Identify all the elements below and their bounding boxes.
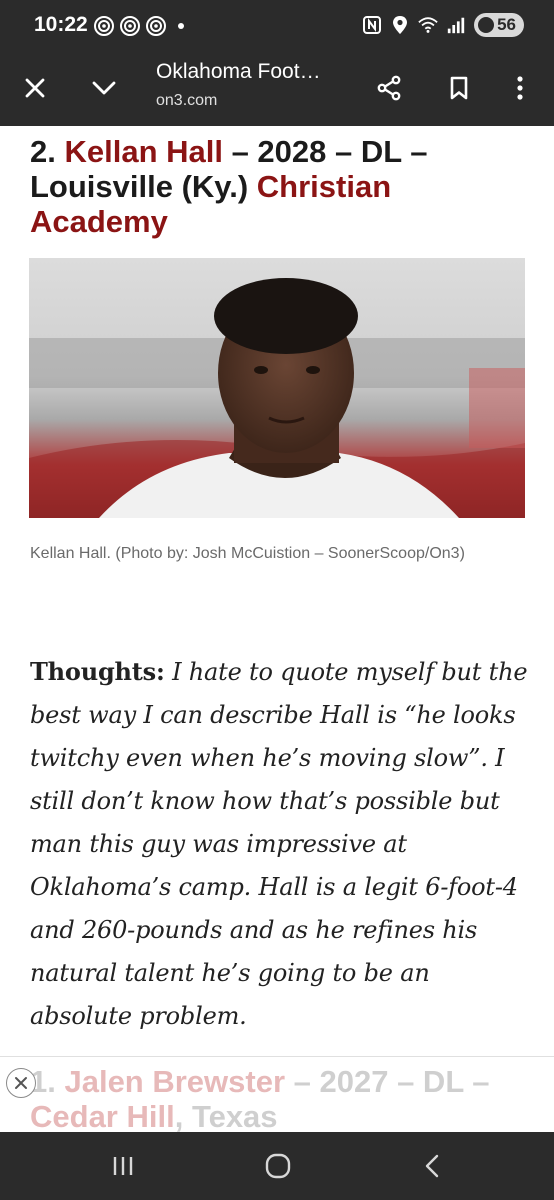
share-button[interactable] xyxy=(367,66,411,110)
signal-icon xyxy=(447,17,465,34)
power-saving-icon xyxy=(478,17,495,33)
player-photo-image xyxy=(29,258,525,518)
next-school-link[interactable]: Cedar Hill xyxy=(30,1099,175,1132)
next-headline-meta: – 2027 – DL – xyxy=(285,1064,490,1099)
share-icon xyxy=(377,75,401,101)
home-icon xyxy=(265,1153,291,1179)
headline-rank: 2. xyxy=(30,134,65,169)
nfc-icon xyxy=(363,16,382,34)
more-vert-icon xyxy=(517,76,523,100)
article-content: 2. Kellan Hall – 2028 – DL – Louisville … xyxy=(0,126,554,1132)
bookmark-button[interactable] xyxy=(437,66,481,110)
close-ad-button[interactable] xyxy=(6,1068,36,1098)
status-bar: 10:22 56 xyxy=(0,0,554,52)
home-button[interactable] xyxy=(258,1150,298,1182)
battery-level: 56 xyxy=(497,15,516,34)
system-nav-bar xyxy=(0,1132,554,1200)
browser-toolbar: Oklahoma Foot… on3.com xyxy=(0,52,554,126)
ad-divider xyxy=(0,1056,554,1057)
status-time: 10:22 xyxy=(34,13,88,36)
location-icon xyxy=(393,16,408,34)
notification-icon xyxy=(120,16,140,36)
player-name-link[interactable]: Kellan Hall xyxy=(64,134,223,169)
next-headline-tail: , Texas xyxy=(174,1099,278,1132)
page-url: on3.com xyxy=(156,92,218,109)
thoughts-paragraph: Thoughts: I hate to quote myself but the… xyxy=(30,650,530,1038)
recents-icon xyxy=(113,1157,133,1175)
status-icons: 56 xyxy=(362,13,524,37)
page-title: Oklahoma Foot… xyxy=(156,60,321,83)
next-player-name-link[interactable]: Jalen Brewster xyxy=(64,1064,285,1099)
thoughts-text: I hate to quote myself but the best way … xyxy=(30,658,528,1030)
back-button[interactable] xyxy=(413,1150,453,1182)
bookmark-icon xyxy=(450,76,468,100)
more-options-button[interactable] xyxy=(498,66,542,110)
battery-indicator: 56 xyxy=(474,13,524,37)
notification-icon xyxy=(146,16,166,36)
thoughts-label: Thoughts: xyxy=(30,657,165,686)
close-icon xyxy=(25,78,45,98)
minimize-tab-button[interactable] xyxy=(82,66,126,110)
notification-icons xyxy=(92,14,184,38)
player-headline: 2. Kellan Hall – 2028 – DL – Louisville … xyxy=(30,134,530,239)
close-tab-button[interactable] xyxy=(13,66,57,110)
photo-caption: Kellan Hall. (Photo by: Josh McCuistion … xyxy=(30,545,465,562)
wifi-icon xyxy=(418,17,438,33)
back-icon xyxy=(425,1154,439,1178)
chevron-down-icon xyxy=(92,81,116,95)
next-player-headline: 1. Jalen Brewster – 2027 – DL – Cedar Hi… xyxy=(30,1064,530,1132)
notification-icon xyxy=(94,16,114,36)
close-icon xyxy=(15,1077,27,1089)
player-photo xyxy=(29,258,525,518)
recents-button[interactable] xyxy=(103,1150,143,1182)
more-notifications-dot xyxy=(178,23,184,29)
